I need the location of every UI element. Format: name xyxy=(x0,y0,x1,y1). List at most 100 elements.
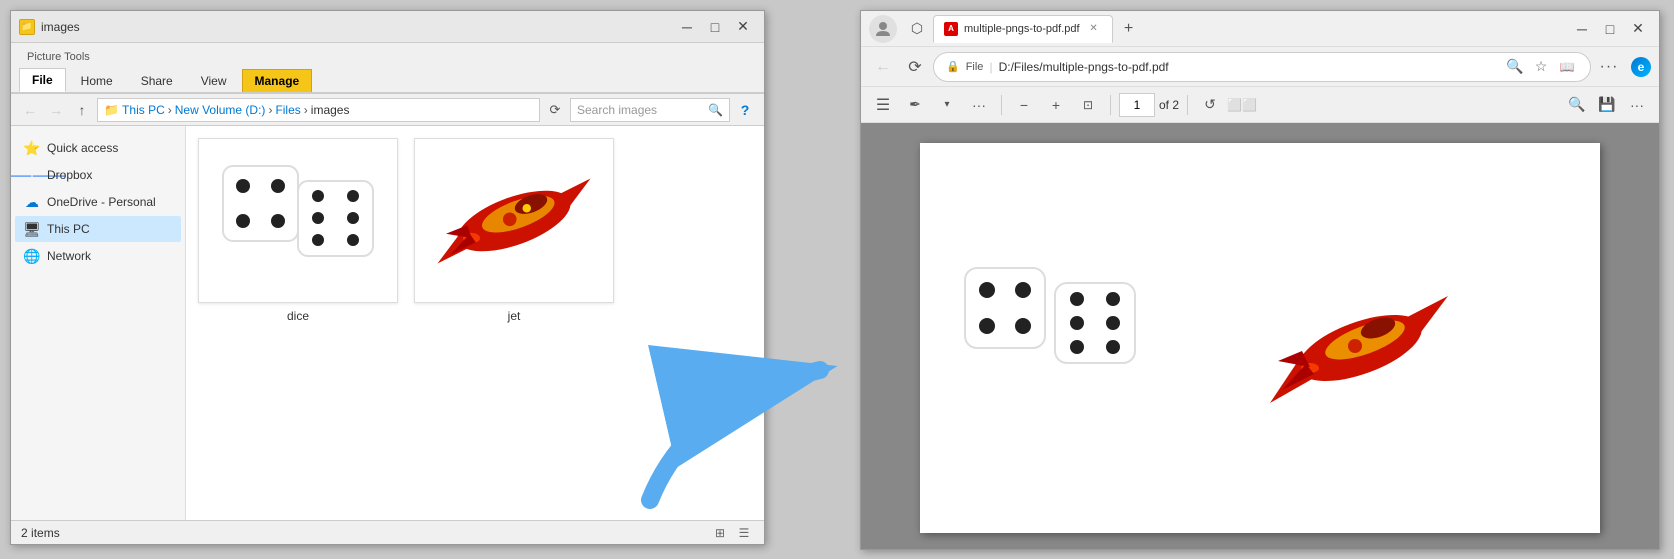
browser-refresh-button[interactable]: ⟳ xyxy=(901,53,929,81)
profile-svg xyxy=(874,20,892,38)
file-area: dice xyxy=(186,126,764,520)
quick-access-icon: ⭐ xyxy=(23,139,41,157)
browser-close-button[interactable]: ✕ xyxy=(1625,18,1651,40)
pdf-page-input[interactable] xyxy=(1119,93,1155,117)
pdf-rotate-button[interactable]: ↺ xyxy=(1196,91,1224,119)
edge-icon: e xyxy=(1631,57,1651,77)
status-bar-right: ⊞ ☰ xyxy=(710,524,754,542)
address-divider: | xyxy=(989,60,992,74)
address-path: D:/Files/multiple-pngs-to-pdf.pdf xyxy=(999,60,1169,74)
forward-button[interactable]: → xyxy=(45,99,67,121)
pdf-zoom-in-button[interactable]: + xyxy=(1042,91,1070,119)
tab-manage[interactable]: Manage xyxy=(242,69,313,92)
file-name-jet: jet xyxy=(508,309,521,323)
maximize-button[interactable]: □ xyxy=(702,16,728,38)
browser-address-bar[interactable]: 🔒 File | D:/Files/multiple-pngs-to-pdf.p… xyxy=(933,52,1591,82)
this-pc-icon: 🖥 xyxy=(23,220,41,238)
close-button[interactable]: ✕ xyxy=(730,16,756,38)
network-icon: 🌐 xyxy=(23,247,41,265)
main-area: ⭐ Quick access ⸻⸻ Dropbox ☁ OneDrive - P… xyxy=(11,126,764,520)
help-button[interactable]: ? xyxy=(734,99,756,121)
pdf-toolbar: ☰ ✒ ▾ ··· − + ⊡ of 2 ↺ ⬜⬜ 🔍 💾 ··· xyxy=(861,87,1659,123)
pdf-save-button[interactable]: 💾 xyxy=(1593,91,1621,119)
sidebar-item-quick-access[interactable]: ⭐ Quick access xyxy=(15,135,181,161)
sidebar-label-quick-access: Quick access xyxy=(47,141,118,155)
browser-tab-pdf[interactable]: A multiple-pngs-to-pdf.pdf ✕ xyxy=(933,15,1113,43)
browser-nav-extra: ··· xyxy=(1595,53,1623,81)
new-tab-button[interactable]: + xyxy=(1115,15,1143,43)
pdf-draw-button[interactable]: ✒ xyxy=(901,91,929,119)
title-bar-controls: ─ □ ✕ xyxy=(674,16,756,38)
browser-content xyxy=(861,123,1659,549)
breadcrumb-current: images xyxy=(311,103,350,117)
tab-view[interactable]: View xyxy=(188,69,240,92)
refresh-button[interactable]: ⟳ xyxy=(544,99,566,121)
breadcrumb-sep-2: › xyxy=(268,103,272,117)
file-name-dice: dice xyxy=(287,309,309,323)
browser-maximize-button[interactable]: □ xyxy=(1597,18,1623,40)
browser-minimize-button[interactable]: ─ xyxy=(1569,18,1595,40)
pdf-two-page-button[interactable]: ⬜⬜ xyxy=(1228,91,1256,119)
file-item-dice[interactable]: dice xyxy=(198,138,398,323)
address-file-label: File xyxy=(966,61,984,73)
pdf-search-button[interactable]: 🔍 xyxy=(1563,91,1591,119)
pdf-toolbar-sep-3 xyxy=(1187,95,1188,115)
search-bar[interactable]: Search images 🔍 xyxy=(570,98,730,122)
dice-image xyxy=(213,151,383,291)
sidebar-item-onedrive[interactable]: ☁ OneDrive - Personal xyxy=(15,189,181,215)
pdf-dice-image xyxy=(960,248,1180,428)
file-thumb-jet xyxy=(414,138,614,303)
folder-icon: 📁 xyxy=(19,19,35,35)
search-placeholder: Search images xyxy=(577,103,657,117)
reading-view-btn[interactable]: 📖 xyxy=(1556,56,1578,78)
zoom-out-btn[interactable]: 🔍 xyxy=(1504,56,1526,78)
ribbon-tabs: File Home Share View Manage xyxy=(11,65,764,93)
breadcrumb-files[interactable]: Files xyxy=(275,103,300,117)
tab-home[interactable]: Home xyxy=(68,69,126,92)
breadcrumb-this-pc[interactable]: 📁 This PC xyxy=(104,103,165,117)
pdf-page xyxy=(920,143,1600,533)
file-item-jet[interactable]: jet xyxy=(414,138,614,323)
pdf-zoom-out-button[interactable]: − xyxy=(1010,91,1038,119)
browser-extensions-button[interactable]: ⬡ xyxy=(903,15,931,43)
pdf-more-tools[interactable]: ··· xyxy=(965,91,993,119)
breadcrumb-volume[interactable]: New Volume (D:) xyxy=(175,103,266,117)
sidebar: ⭐ Quick access ⸻⸻ Dropbox ☁ OneDrive - P… xyxy=(11,126,186,520)
list-view-button[interactable]: ☰ xyxy=(734,524,754,542)
pdf-draw-dropdown[interactable]: ▾ xyxy=(933,91,961,119)
grid-view-button[interactable]: ⊞ xyxy=(710,524,730,542)
breadcrumb-sep-3: › xyxy=(304,103,308,117)
breadcrumb-sep-1: › xyxy=(168,103,172,117)
sidebar-item-this-pc[interactable]: 🖥 This PC xyxy=(15,216,181,242)
pdf-page-info: of 2 xyxy=(1159,98,1179,112)
pdf-toolbar-right: 🔍 💾 ··· xyxy=(1563,91,1651,119)
pdf-print-button[interactable]: ··· xyxy=(1623,91,1651,119)
sidebar-item-dropbox[interactable]: ⸻⸻ Dropbox xyxy=(15,162,181,188)
browser-more-btn[interactable]: ··· xyxy=(1595,53,1623,81)
address-protocol: 🔒 xyxy=(946,60,960,73)
sidebar-label-onedrive: OneDrive - Personal xyxy=(47,195,156,209)
address-actions: 🔍 ☆ 📖 xyxy=(1504,56,1578,78)
explorer-window: 📁 images ─ □ ✕ Picture Tools File Home S… xyxy=(10,10,765,545)
pdf-toolbar-sep-1 xyxy=(1001,95,1002,115)
tab-file[interactable]: File xyxy=(19,68,66,92)
dropbox-icon: ⸻⸻ xyxy=(23,166,41,184)
favorites-btn[interactable]: ☆ xyxy=(1530,56,1552,78)
up-button[interactable]: ↑ xyxy=(71,99,93,121)
browser-profile-icon xyxy=(869,15,897,43)
sidebar-item-network[interactable]: 🌐 Network xyxy=(15,243,181,269)
tab-share[interactable]: Share xyxy=(128,69,186,92)
pdf-fit-button[interactable]: ⊡ xyxy=(1074,91,1102,119)
pdf-toc-button[interactable]: ☰ xyxy=(869,91,897,119)
onedrive-icon: ☁ xyxy=(23,193,41,211)
browser-title-controls: ─ □ ✕ xyxy=(1569,18,1651,40)
browser-tab-close-button[interactable]: ✕ xyxy=(1086,21,1102,37)
picture-tools-label: Picture Tools xyxy=(19,49,98,65)
search-icon: 🔍 xyxy=(708,103,723,117)
address-bar: ← → ↑ 📁 This PC › New Volume (D:) › File… xyxy=(11,94,764,126)
browser-back-button[interactable]: ← xyxy=(869,53,897,81)
breadcrumb-bar[interactable]: 📁 This PC › New Volume (D:) › Files › im… xyxy=(97,98,540,122)
status-label: items xyxy=(31,526,60,540)
minimize-button[interactable]: ─ xyxy=(674,16,700,38)
back-button[interactable]: ← xyxy=(19,99,41,121)
